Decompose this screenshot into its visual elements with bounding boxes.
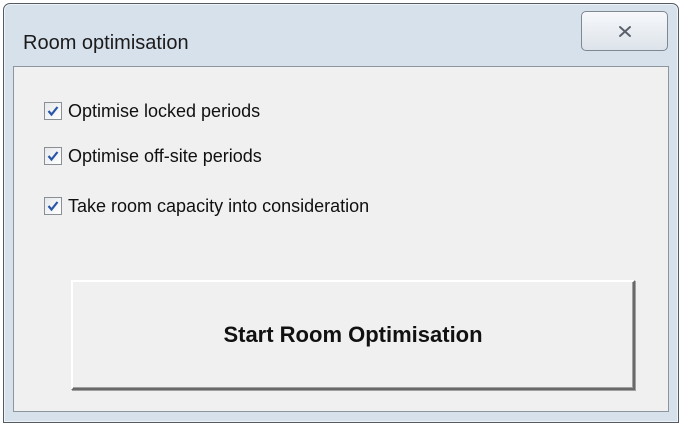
checkbox-take-room-capacity[interactable]	[44, 197, 62, 215]
option-take-room-capacity[interactable]: Take room capacity into consideration	[44, 194, 369, 218]
dialog-content: Optimise locked periods Optimise off-sit…	[13, 66, 669, 412]
checkmark-icon	[47, 106, 59, 117]
option-optimise-locked-periods[interactable]: Optimise locked periods	[44, 99, 260, 123]
checkmark-icon	[47, 151, 59, 162]
option-label: Take room capacity into consideration	[68, 195, 370, 216]
start-room-optimisation-button[interactable]: Start Room Optimisation	[71, 280, 635, 390]
start-button-label: Start Room Optimisation	[223, 322, 483, 347]
window-title: Room optimisation	[23, 32, 189, 54]
checkmark-icon	[47, 201, 59, 212]
option-label: Optimise locked periods	[68, 100, 261, 121]
room-optimisation-dialog: Room optimisation Optimise locked period…	[3, 3, 679, 423]
close-icon	[618, 25, 631, 37]
checkbox-optimise-off-site-periods[interactable]	[44, 147, 62, 165]
option-label: Optimise off-site periods	[68, 145, 262, 166]
option-optimise-off-site-periods[interactable]: Optimise off-site periods	[44, 144, 262, 168]
checkbox-optimise-locked-periods[interactable]	[44, 102, 62, 120]
close-button[interactable]	[581, 11, 668, 51]
title-bar[interactable]: Room optimisation	[4, 4, 678, 66]
